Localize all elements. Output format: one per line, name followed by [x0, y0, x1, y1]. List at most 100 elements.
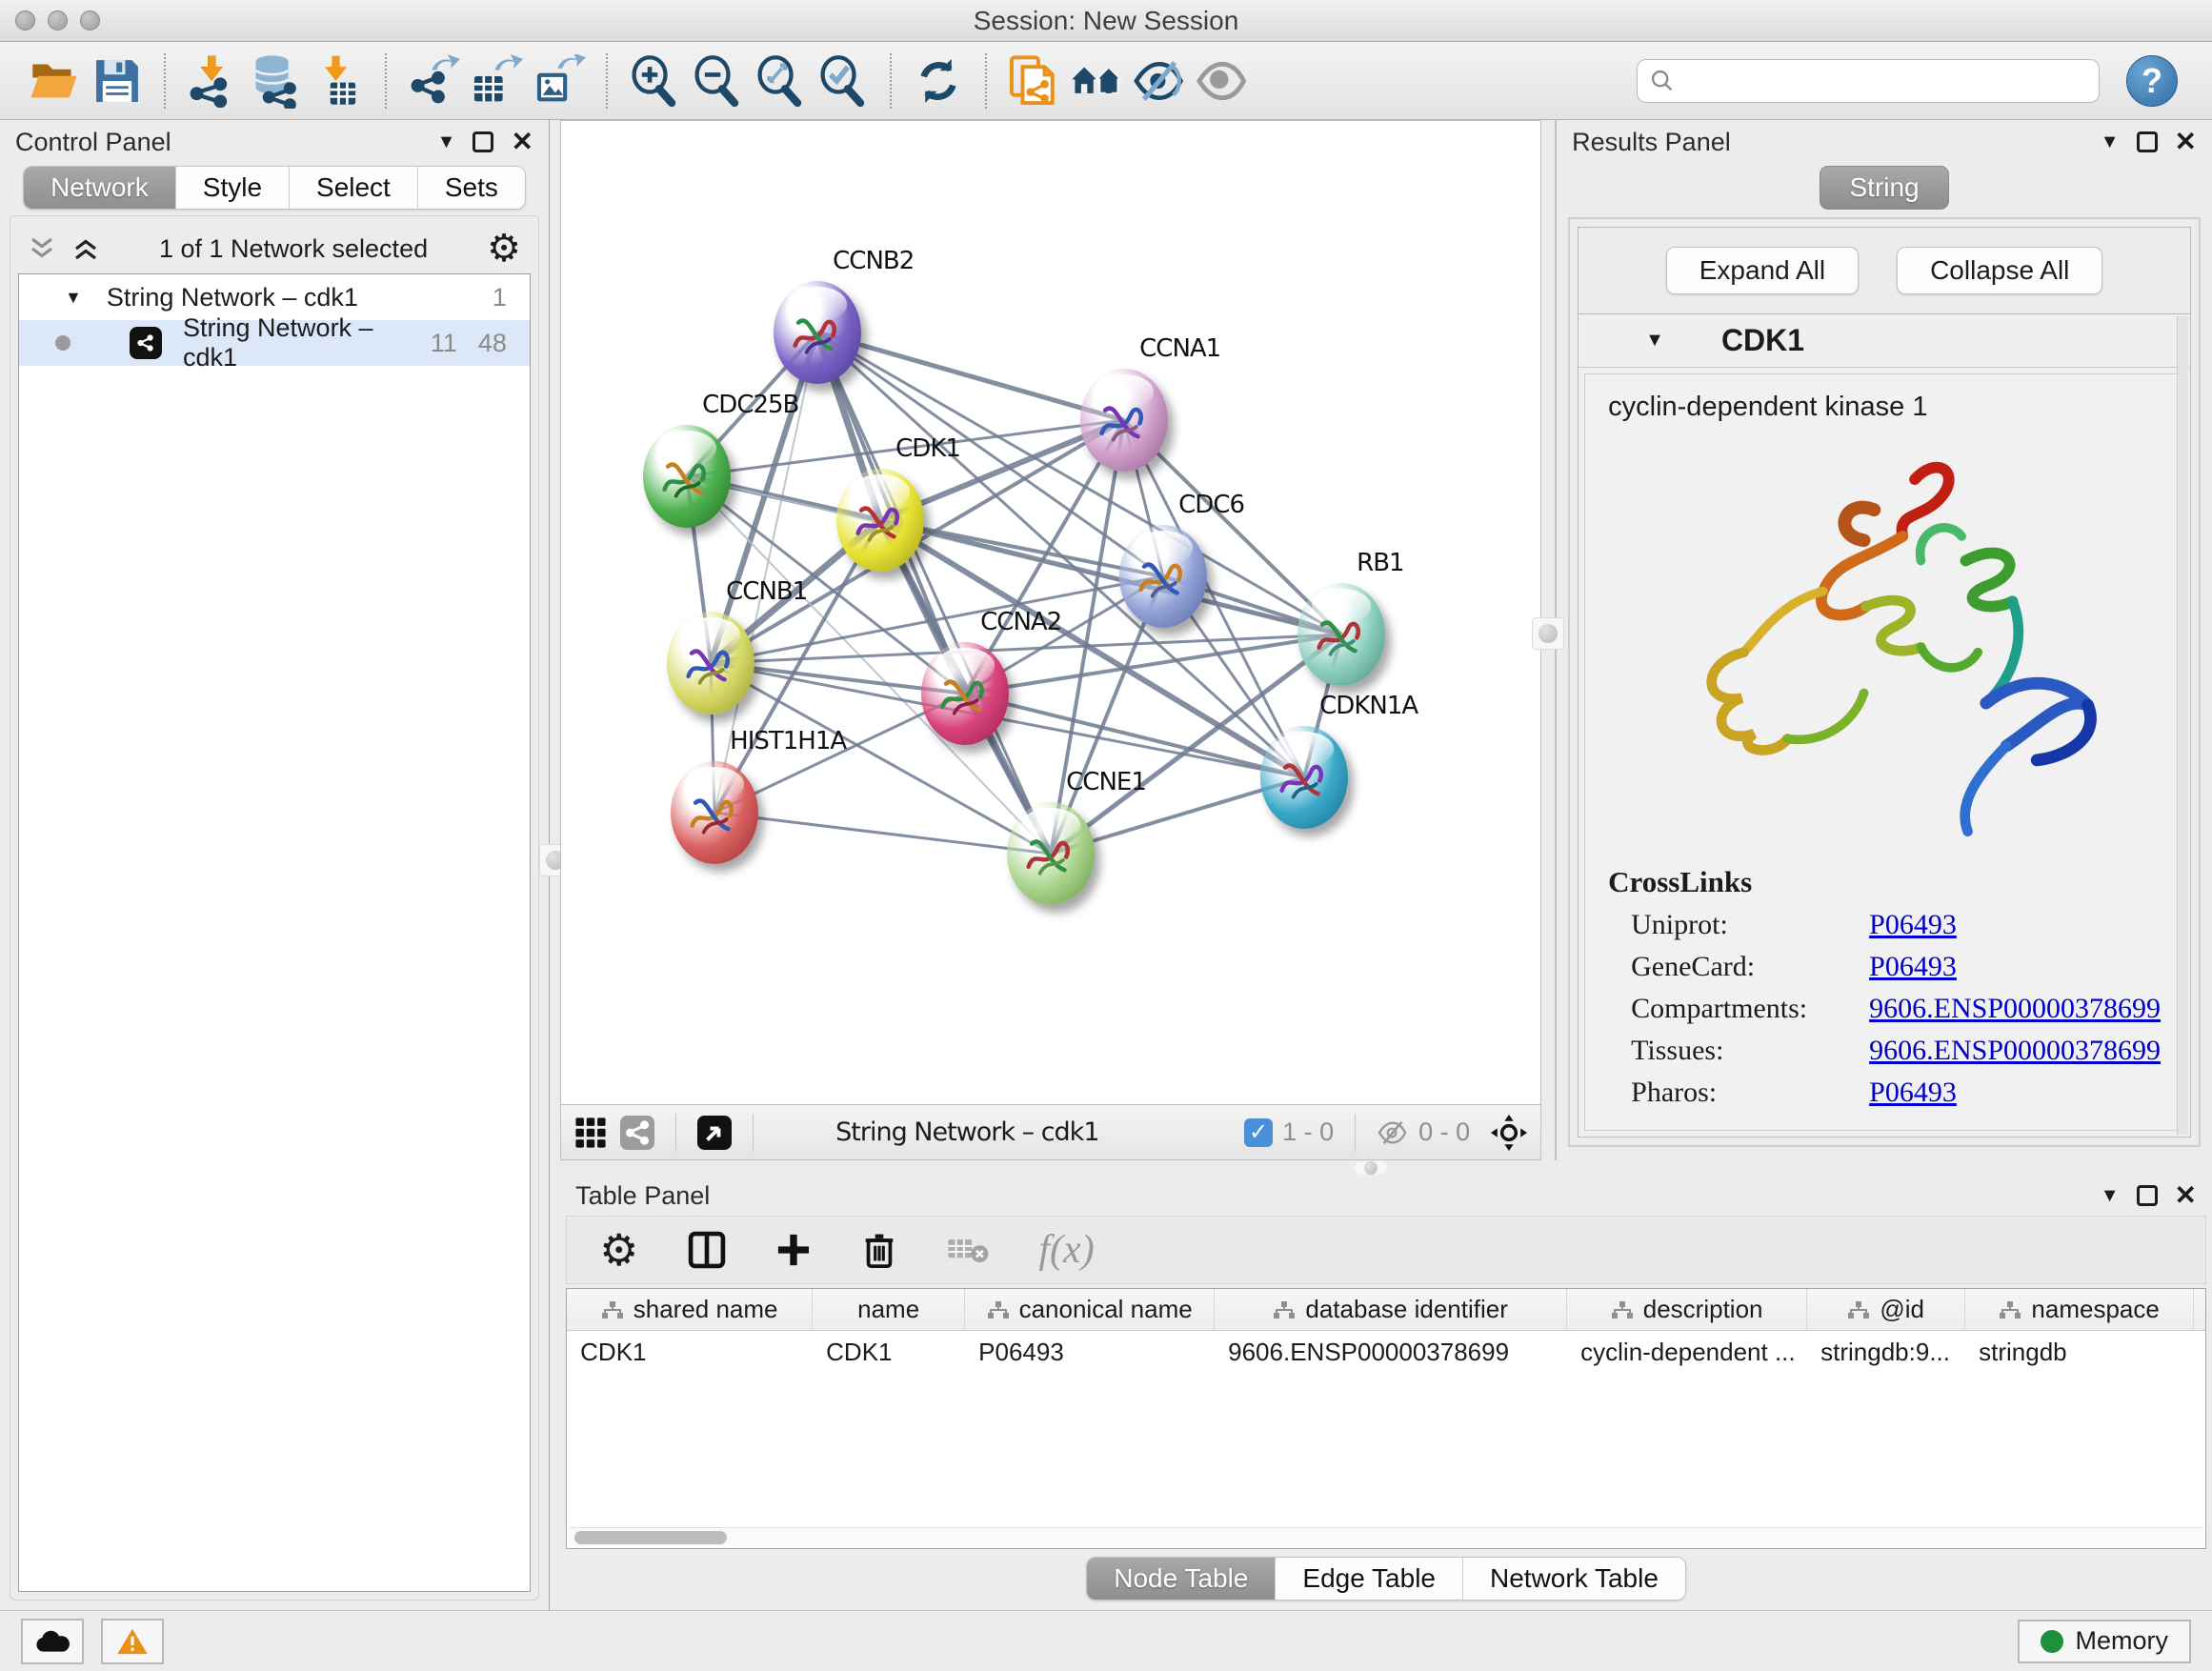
- column-header-description[interactable]: description: [1567, 1289, 1807, 1330]
- network-node-ccnb1[interactable]: [667, 612, 754, 715]
- tab-edge-table[interactable]: Edge Table: [1276, 1558, 1463, 1600]
- crosslink-value-link[interactable]: P06493: [1869, 951, 1957, 983]
- zoom-in-button[interactable]: [623, 50, 686, 112]
- close-panel-icon[interactable]: ✕: [511, 129, 533, 155]
- table-splitter[interactable]: [560, 1160, 2212, 1176]
- table-cell[interactable]: CDK1: [813, 1331, 965, 1373]
- open-session-button[interactable]: [23, 50, 86, 112]
- delete-icon[interactable]: [861, 1231, 897, 1269]
- table-horizontal-scrollbar[interactable]: [569, 1527, 2203, 1546]
- maximize-panel-icon[interactable]: [2137, 131, 2158, 152]
- results-scrollbar[interactable]: [2177, 316, 2188, 1135]
- hide-selected-button[interactable]: [1128, 50, 1191, 112]
- tab-sets[interactable]: Sets: [418, 167, 525, 209]
- zoom-fit-button[interactable]: [749, 50, 812, 112]
- table-cell[interactable]: stringdb: [1965, 1331, 2194, 1373]
- show-columns-icon[interactable]: [688, 1231, 726, 1269]
- cloud-button[interactable]: [21, 1619, 84, 1664]
- network-row[interactable]: String Network – cdk1 11 48: [19, 320, 530, 366]
- network-overview-icon[interactable]: [620, 1116, 654, 1150]
- grid-view-icon[interactable]: [574, 1117, 607, 1149]
- crosslink-value-link[interactable]: 9606.ENSP00000378699: [1869, 1035, 2161, 1067]
- network-node-ccna2[interactable]: [921, 642, 1009, 745]
- table-row[interactable]: CDK1CDK1P064939606.ENSP00000378699cyclin…: [567, 1331, 2205, 1373]
- table-options-gear-icon[interactable]: ⚙: [599, 1228, 638, 1272]
- memory-button[interactable]: Memory: [2018, 1620, 2191, 1663]
- crosslink-value-link[interactable]: P06493: [1869, 1077, 1957, 1109]
- network-node-ccne1[interactable]: [1007, 802, 1095, 905]
- column-header-name[interactable]: name: [813, 1289, 965, 1330]
- network-canvas[interactable]: CCNB2CCNA1CDC25BCDK1CDC6RB1CCNB1CCNA2CDK…: [560, 120, 1541, 1105]
- network-node-cdkn1a[interactable]: [1260, 726, 1348, 829]
- network-node-cdc6[interactable]: [1119, 525, 1207, 628]
- collapse-all-icon[interactable]: [28, 236, 56, 261]
- tab-network-table[interactable]: Network Table: [1463, 1558, 1685, 1600]
- import-network-from-database-button[interactable]: [244, 50, 307, 112]
- save-session-button[interactable]: [86, 50, 149, 112]
- network-node-hist1h1a[interactable]: [671, 761, 758, 864]
- refresh-view-button[interactable]: [907, 50, 970, 112]
- collapse-all-button[interactable]: Collapse All: [1897, 247, 2102, 294]
- maximize-panel-icon[interactable]: [2137, 1185, 2158, 1206]
- column-header-database-identifier[interactable]: database identifier: [1215, 1289, 1567, 1330]
- tab-style[interactable]: Style: [176, 167, 290, 209]
- control-panel-tabs: NetworkStyleSelectSets: [0, 166, 549, 210]
- search-input[interactable]: [1683, 66, 2087, 95]
- column-header-shared-name[interactable]: shared name: [567, 1289, 813, 1330]
- column-header-canonical-name[interactable]: canonical name: [965, 1289, 1215, 1330]
- entry-disclosure-icon[interactable]: ▼: [1645, 330, 1664, 352]
- network-edge[interactable]: [711, 332, 817, 663]
- show-all-button[interactable]: [1191, 50, 1254, 112]
- expand-all-button[interactable]: Expand All: [1666, 247, 1859, 294]
- network-node-ccnb2[interactable]: [774, 281, 861, 384]
- network-node-cdc25b[interactable]: [643, 425, 731, 528]
- node-result-header[interactable]: ▼ CDK1: [1579, 314, 2190, 368]
- column-header-namespace[interactable]: namespace: [1965, 1289, 2194, 1330]
- right-splitter[interactable]: [1541, 120, 1557, 1160]
- open-in-window-icon[interactable]: [697, 1116, 732, 1150]
- network-node-cdk1[interactable]: [836, 469, 924, 572]
- tab-string[interactable]: String: [1820, 166, 1948, 210]
- left-splitter[interactable]: [550, 120, 560, 1610]
- column-header-@id[interactable]: @id: [1807, 1289, 1965, 1330]
- float-panel-icon[interactable]: ▼: [2101, 1185, 2120, 1207]
- network-node-rb1[interactable]: [1297, 583, 1385, 686]
- tab-select[interactable]: Select: [290, 167, 418, 209]
- selected-checkbox-icon[interactable]: ✓: [1244, 1118, 1273, 1147]
- float-panel-icon[interactable]: ▼: [2101, 131, 2120, 153]
- table-cell[interactable]: P06493: [965, 1331, 1215, 1373]
- network-options-gear-icon[interactable]: ⚙: [487, 230, 521, 268]
- add-icon[interactable]: [775, 1232, 812, 1268]
- network-edge[interactable]: [817, 332, 1051, 854]
- network-node-ccna1[interactable]: [1080, 369, 1168, 472]
- table-cell[interactable]: cyclin-dependent ...: [1567, 1331, 1807, 1373]
- crosslink-value-link[interactable]: P06493: [1869, 909, 1957, 941]
- first-neighbors-button[interactable]: [1065, 50, 1128, 112]
- float-panel-icon[interactable]: ▼: [437, 131, 456, 153]
- table-cell[interactable]: CDK1: [567, 1331, 813, 1373]
- birdseye-icon[interactable]: [1491, 1115, 1527, 1151]
- network-edge[interactable]: [714, 813, 1051, 854]
- crosslink-value-link[interactable]: 9606.ENSP00000378699: [1869, 993, 2161, 1025]
- help-button[interactable]: ?: [2126, 55, 2178, 107]
- search-box[interactable]: [1637, 59, 2100, 103]
- maximize-panel-icon[interactable]: [473, 131, 493, 152]
- table-cell[interactable]: stringdb:9...: [1807, 1331, 1965, 1373]
- close-panel-icon[interactable]: ✕: [2175, 1182, 2197, 1209]
- export-image-button[interactable]: [528, 50, 591, 112]
- table-cell[interactable]: 9606.ENSP00000378699: [1215, 1331, 1567, 1373]
- expand-all-icon[interactable]: [71, 236, 100, 261]
- import-table-button[interactable]: [307, 50, 370, 112]
- tab-node-table[interactable]: Node Table: [1087, 1558, 1276, 1600]
- warnings-button[interactable]: [101, 1619, 164, 1664]
- scrollbar-thumb[interactable]: [574, 1531, 727, 1544]
- tab-network[interactable]: Network: [24, 167, 176, 209]
- collection-disclosure-icon[interactable]: ▼: [65, 288, 82, 308]
- zoom-out-button[interactable]: [686, 50, 749, 112]
- new-network-from-selection-button[interactable]: [1002, 50, 1065, 112]
- export-table-button[interactable]: [465, 50, 528, 112]
- zoom-selected-button[interactable]: [812, 50, 875, 112]
- close-panel-icon[interactable]: ✕: [2175, 129, 2197, 155]
- import-network-button[interactable]: [181, 50, 244, 112]
- export-network-button[interactable]: [402, 50, 465, 112]
